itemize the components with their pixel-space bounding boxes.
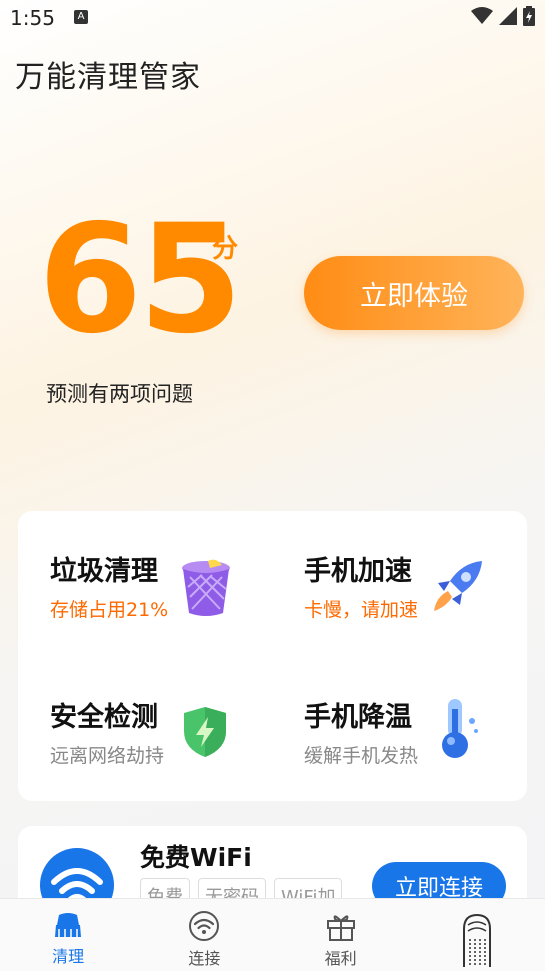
trash-bin-icon [182, 559, 230, 616]
gift-icon [326, 915, 355, 941]
nav-item-welfare[interactable]: 福利 [273, 899, 409, 971]
wifi-title: 免费WiFi [140, 843, 252, 872]
tool-subtitle: 远离网络劫持 [50, 745, 165, 767]
tool-subtitle: 卡慢，请加速 [304, 599, 419, 621]
tool-title: 手机加速 [304, 556, 412, 587]
tool-security-check[interactable]: 安全检测 远离网络劫持 [50, 695, 290, 805]
cell-signal-icon [499, 7, 517, 25]
tool-junk-clean[interactable]: 垃圾清理 存储占用21% [50, 549, 290, 659]
nav-item-clean[interactable]: 清理 [0, 899, 136, 971]
wifi-icon [189, 911, 220, 941]
tool-title: 手机降温 [304, 702, 412, 733]
try-now-button[interactable]: 立即体验 [304, 256, 524, 330]
tool-title: 安全检测 [50, 702, 158, 733]
bottom-nav: 清理 连接 福利 [0, 898, 545, 971]
nav-item-connect[interactable]: 连接 [136, 899, 272, 971]
nav-label: 清理 [52, 947, 85, 966]
nav-label: 福利 [324, 949, 357, 968]
score-description: 预测有两项问题 [46, 382, 193, 406]
broom-icon [55, 913, 82, 937]
nav-item-mascot[interactable] [409, 899, 545, 971]
status-indicators [471, 6, 535, 26]
status-time: 1:55 [10, 6, 55, 30]
tool-subtitle: 存储占用21% [50, 599, 169, 621]
tools-card: 垃圾清理 存储占用21% 手机加速 卡慢，请加速 安全检测 远离网络劫持 手机降… [18, 511, 527, 801]
status-bar: 1:55 A [0, 0, 545, 38]
rocket-icon [434, 561, 482, 611]
score-unit: 分 [212, 234, 239, 264]
score-value: 65 [38, 193, 243, 367]
nav-label: 连接 [188, 949, 221, 968]
mascot-icon [462, 913, 491, 967]
notification-icon: A [74, 10, 88, 24]
tool-phone-boost[interactable]: 手机加速 卡慢，请加速 [304, 549, 544, 659]
app-title: 万能清理管家 [15, 60, 201, 95]
shield-icon [184, 707, 226, 757]
thermometer-icon [442, 699, 478, 758]
tool-title: 垃圾清理 [50, 556, 158, 587]
tool-phone-cooling[interactable]: 手机降温 缓解手机发热 [304, 695, 544, 805]
tool-subtitle: 缓解手机发热 [304, 745, 419, 767]
battery-icon [523, 6, 535, 26]
wifi-signal-icon [471, 7, 493, 24]
